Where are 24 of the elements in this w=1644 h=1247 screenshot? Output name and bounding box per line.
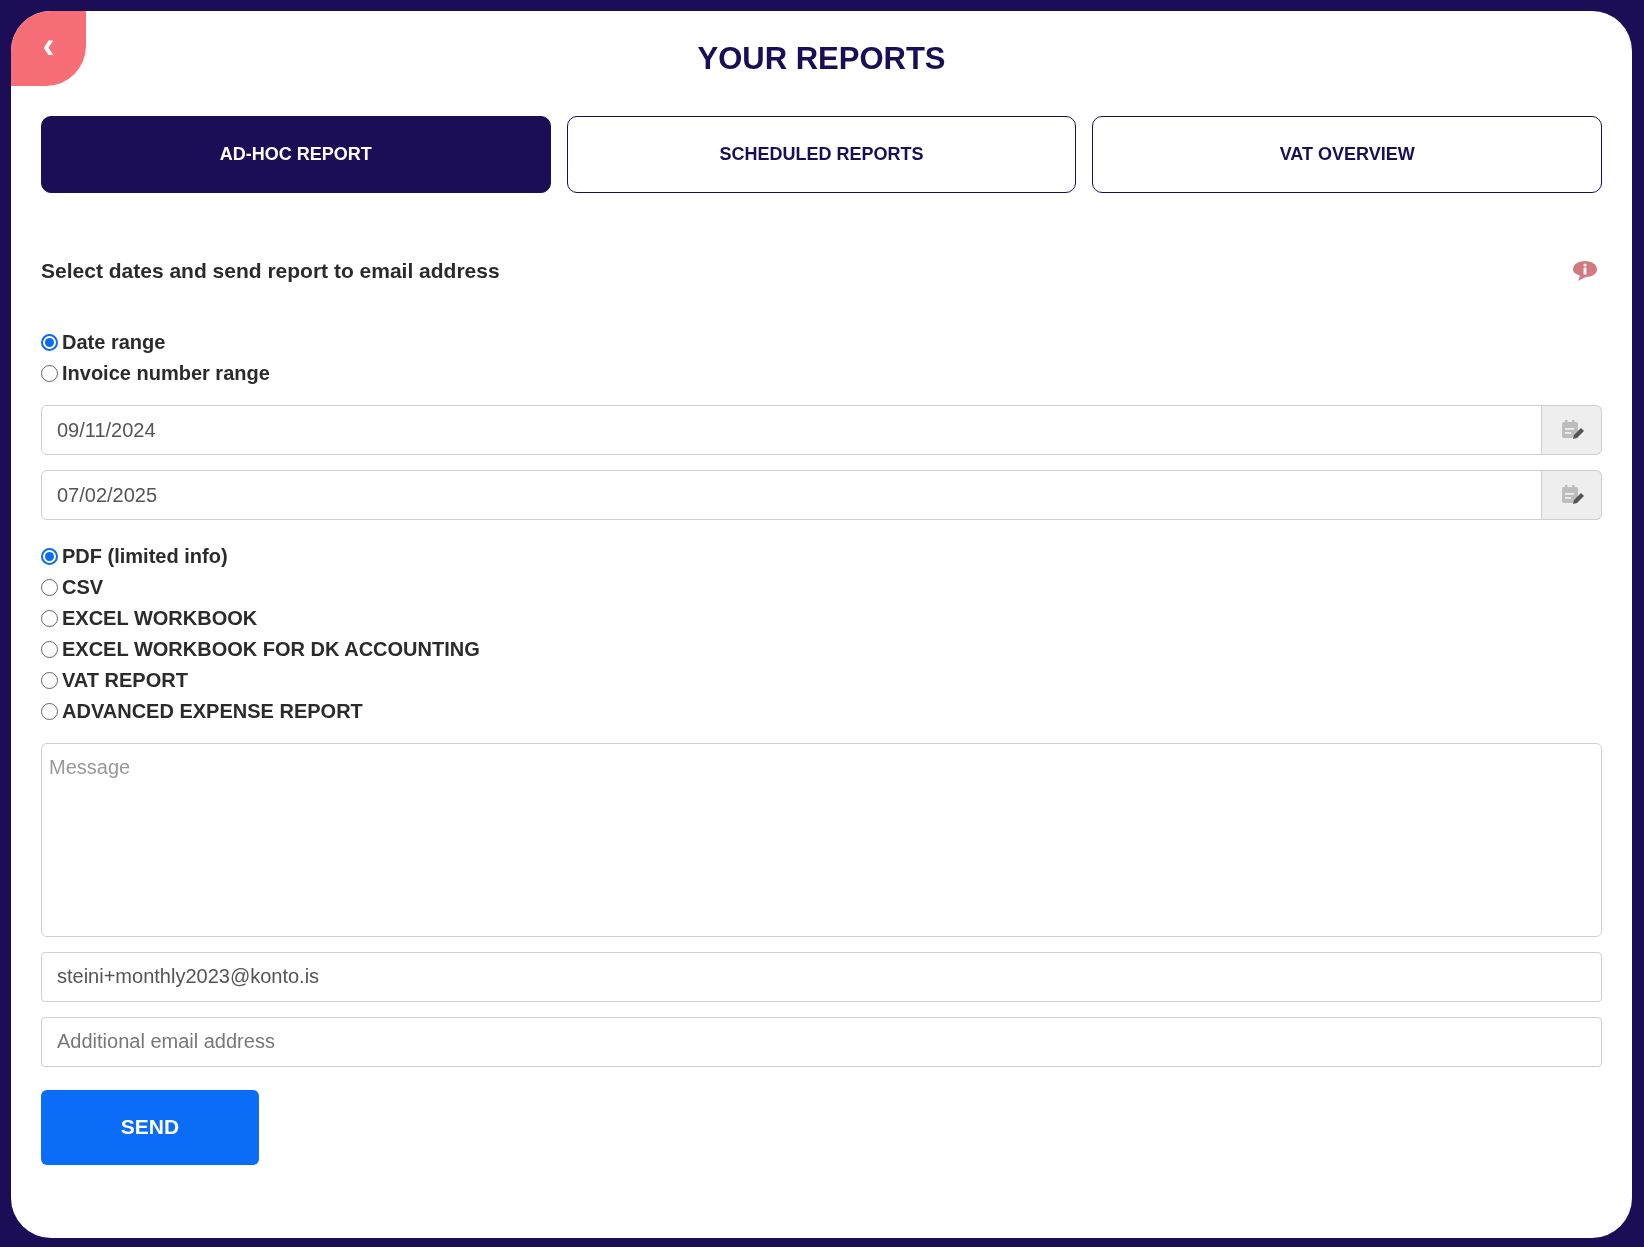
- radio-label: Date range: [62, 330, 166, 355]
- email-field[interactable]: steini+monthly2023@konto.is: [41, 951, 1602, 1002]
- radio-label: PDF (limited info): [62, 544, 228, 569]
- calendar-edit-icon: [1559, 483, 1584, 506]
- radio-button[interactable]: [41, 333, 58, 351]
- radio-label: EXCEL WORKBOOK: [62, 606, 258, 631]
- date-field[interactable]: 09/11/2024: [41, 404, 1542, 455]
- additional-email-field[interactable]: Additional email address: [41, 1016, 1602, 1067]
- tab[interactable]: SCHEDULED REPORTS: [566, 116, 1077, 193]
- tab[interactable]: AD-HOC REPORT: [41, 116, 551, 193]
- info-bubble-icon: [1572, 259, 1598, 282]
- date-field[interactable]: 07/02/2025: [41, 469, 1542, 520]
- message-field[interactable]: Message: [41, 742, 1602, 937]
- radio-label: Invoice number range: [62, 361, 270, 386]
- send-button[interactable]: SEND: [41, 1089, 259, 1165]
- calendar-edit-icon: [1559, 418, 1584, 441]
- radio-label: EXCEL WORKBOOK FOR DK ACCOUNTING: [62, 637, 480, 662]
- section-heading: Select dates and send report to email address: [41, 258, 500, 284]
- page-title: YOUR REPORTS: [697, 40, 946, 78]
- radio-label: CSV: [62, 575, 104, 600]
- radio-button[interactable]: [41, 547, 58, 565]
- radio-label: ADVANCED EXPENSE REPORT: [62, 699, 363, 724]
- radio-label: VAT REPORT: [62, 668, 188, 693]
- tab[interactable]: VAT OVERVIEW: [1092, 116, 1602, 193]
